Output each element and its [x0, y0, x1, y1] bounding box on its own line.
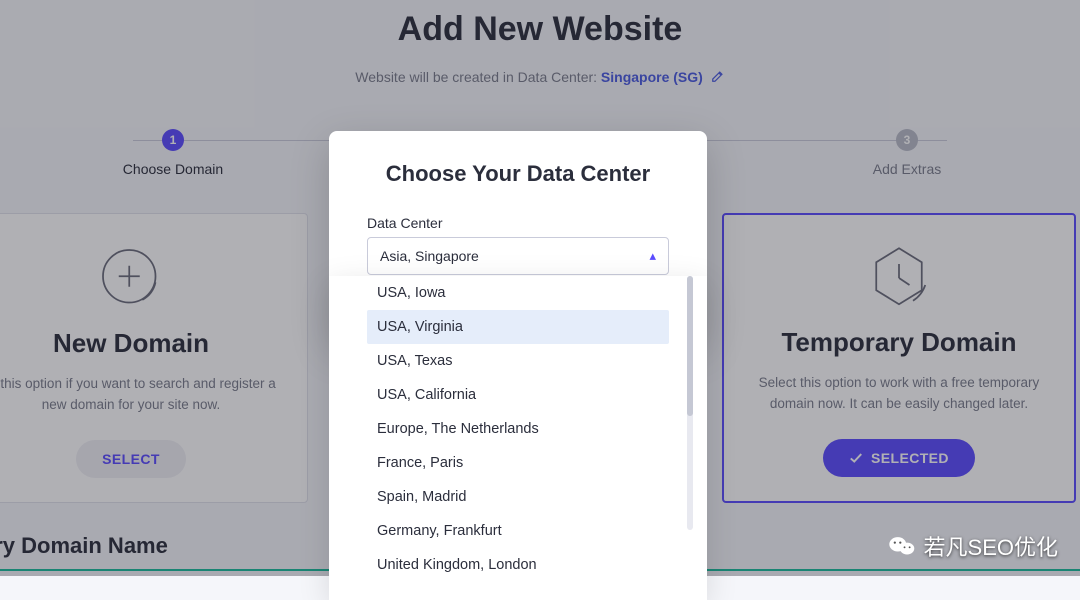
dropdown-option[interactable]: USA, Texas: [367, 344, 669, 378]
chevron-up-icon: ▴: [649, 248, 656, 264]
datacenter-selected-value: Asia, Singapore: [380, 248, 479, 264]
modal-title: Choose Your Data Center: [367, 161, 669, 187]
dropdown-scrollbar[interactable]: [687, 276, 693, 530]
dropdown-option[interactable]: USA, Virginia: [367, 310, 669, 344]
dropdown-option[interactable]: USA, California: [367, 378, 669, 412]
watermark: 若凡SEO优化: [888, 530, 1058, 562]
wechat-icon: [888, 535, 916, 557]
modal-field-label: Data Center: [367, 215, 669, 231]
scrollbar-thumb[interactable]: [687, 276, 693, 416]
dropdown-option[interactable]: Germany, Frankfurt: [367, 514, 669, 548]
dropdown-option[interactable]: Europe, The Netherlands: [367, 412, 669, 446]
dropdown-option[interactable]: USA, Iowa: [367, 276, 669, 310]
datacenter-dropdown: USA, Iowa USA, Virginia USA, Texas USA, …: [329, 276, 707, 600]
datacenter-select[interactable]: Asia, Singapore ▴: [367, 237, 669, 275]
dropdown-option[interactable]: Spain, Madrid: [367, 480, 669, 514]
dropdown-option[interactable]: France, Paris: [367, 446, 669, 480]
dropdown-option[interactable]: United Kingdom, London: [367, 548, 669, 582]
watermark-text: 若凡SEO优化: [924, 530, 1058, 562]
